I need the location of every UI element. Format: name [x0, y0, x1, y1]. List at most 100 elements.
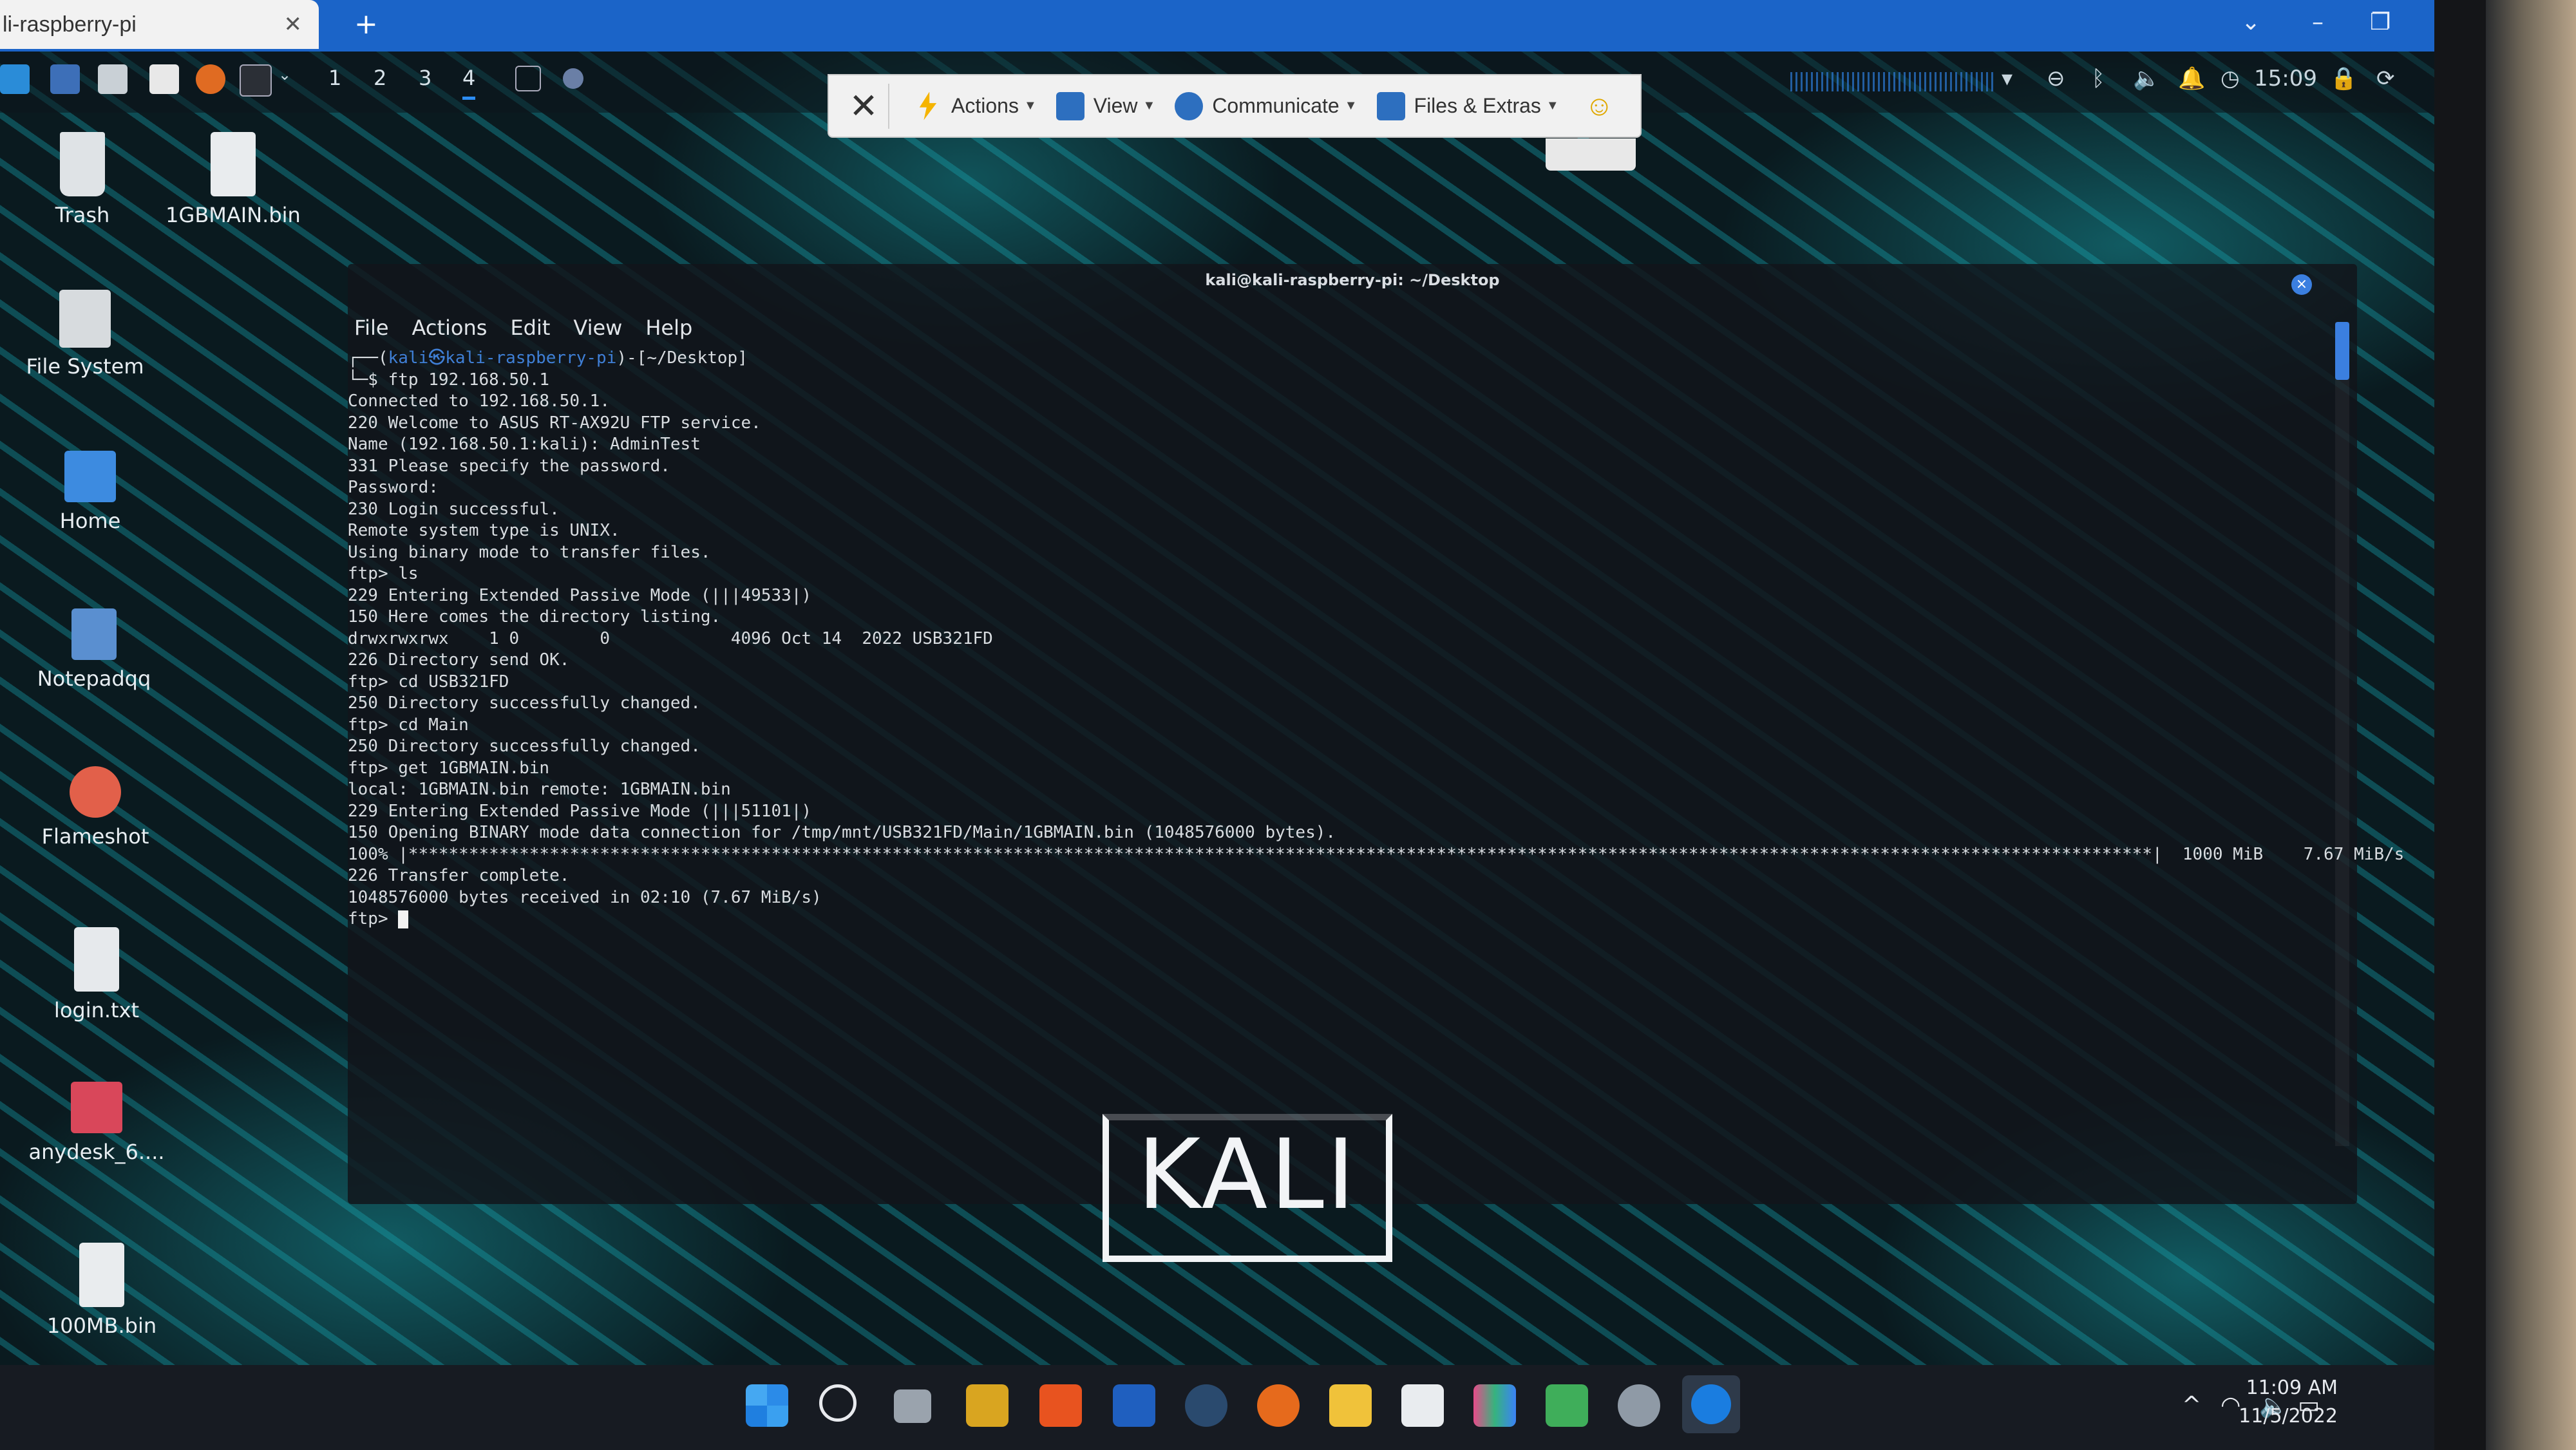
terminal-icon[interactable] [240, 64, 272, 97]
desktop-icon-anydesk[interactable]: anydesk_6.... [19, 1082, 174, 1164]
teamviewer-icon [1691, 1384, 1731, 1424]
file-manager-icon[interactable] [98, 64, 128, 94]
terminal-window[interactable]: kali@kali-raspberry-pi: ~/Desktop × File… [348, 264, 2486, 1204]
volume-icon[interactable]: 🔈 [2133, 66, 2160, 91]
vpn-icon[interactable]: ⊖ [2047, 66, 2065, 91]
background-outside-monitor [2486, 0, 2576, 1450]
files-icon [1376, 91, 1405, 120]
menu-help[interactable]: Help [645, 315, 692, 340]
show-desktop-icon[interactable] [50, 64, 80, 94]
terminal-line: drwxrwxrwx 1 0 0 4096 Oct 14 2022 USB321… [348, 628, 993, 648]
desktop-icon-file-system[interactable]: File System [8, 290, 162, 379]
tab-list-chevron-icon[interactable]: ⌄ [2241, 9, 2260, 35]
minimize-button[interactable]: – [2312, 9, 2324, 35]
workspace-4[interactable]: 4 [462, 66, 476, 100]
workspace-3[interactable]: 3 [419, 66, 431, 90]
menu-view[interactable]: View [573, 315, 622, 340]
restore-button[interactable]: ❐ [2370, 9, 2391, 35]
input-line[interactable]: ftp> [348, 909, 2344, 930]
caret-down-icon: ▼ [1546, 99, 1559, 113]
text-editor-icon[interactable] [149, 64, 179, 94]
tv-communicate-label: Communicate [1212, 94, 1340, 117]
terminal-line: 229 Entering Extended Passive Mode (|||5… [348, 801, 812, 821]
terminal-line: local: 1GBMAIN.bin remote: 1GBMAIN.bin [348, 780, 731, 799]
outer-tab-bar: li-raspberry-pi ✕ + ⌄ – ❐ ✕ [0, 0, 2486, 52]
desktop-icon-label: 1GBMAIN.bin [166, 203, 301, 227]
desktop-icon-notepadqq[interactable]: Notepadqq [17, 608, 171, 691]
tv-view-menu[interactable]: View ▼ [1056, 91, 1155, 120]
steam-icon[interactable] [1185, 1384, 1227, 1427]
cpu-graph [1790, 72, 1996, 91]
tv-close-button[interactable]: ✕ [844, 86, 883, 126]
terminal-line: ftp> get 1GBMAIN.bin [348, 758, 550, 778]
desktop-icon-home[interactable]: Home [13, 451, 167, 533]
ftp-prompt: ftp> [348, 909, 399, 928]
editor-icon[interactable] [1546, 1384, 1588, 1427]
tv-communicate-menu[interactable]: Communicate ▼ [1175, 91, 1358, 120]
bluetooth-icon[interactable]: ᛒ [2092, 66, 2105, 91]
desktop-icon-label: Flameshot [41, 824, 149, 849]
logout-icon[interactable]: ⟳ [2376, 66, 2395, 91]
task-view-icon[interactable] [894, 1389, 931, 1423]
tv-files-extras-menu[interactable]: Files & Extras ▼ [1376, 91, 1559, 120]
desktop-icon-flameshot[interactable]: Flameshot [18, 766, 173, 849]
menu-edit[interactable]: Edit [510, 315, 550, 340]
settings-gear-icon[interactable] [1618, 1384, 1660, 1427]
terminal-scrollbar[interactable] [2335, 322, 2349, 1146]
terminal-menubar: File Actions Edit View Help [354, 315, 692, 340]
teamviewer-taskbar-item[interactable] [1682, 1375, 1740, 1433]
teamviewer-tray-icon[interactable] [563, 68, 583, 89]
terminal-line: 250 Directory successfully changed. [348, 693, 701, 713]
menu-file[interactable]: File [354, 315, 389, 340]
terminal-output[interactable]: ┌──(kali㉿kali-raspberry-pi)-[~/Desktop] └… [348, 348, 2486, 930]
desktop-icon-100mb[interactable]: 100MB.bin [24, 1243, 179, 1338]
prompt-open: ┌──( [348, 348, 388, 368]
desktop-icon-login-txt[interactable]: login.txt [19, 927, 174, 1022]
scrollbar-thumb[interactable] [2335, 322, 2349, 380]
tab-close-icon[interactable]: ✕ [284, 12, 303, 37]
firefox-icon[interactable] [196, 64, 225, 94]
file-explorer-icon[interactable] [1329, 1384, 1372, 1427]
network-tool-icon[interactable] [966, 1384, 1009, 1427]
kali-menu-icon[interactable] [0, 64, 30, 94]
start-icon[interactable] [746, 1384, 788, 1427]
desktop-icon-trash[interactable]: Trash [5, 132, 160, 227]
terminal-line: └─$ ftp 192.168.50.1 [348, 370, 550, 390]
browser-tab[interactable]: li-raspberry-pi ✕ [0, 0, 319, 49]
network-icon[interactable]: ▾ [2002, 66, 2012, 91]
lock-icon[interactable]: 🔒 [2330, 66, 2357, 91]
desktop-icon-1gbmain[interactable]: 1GBMAIN.bin [156, 132, 310, 227]
store-icon[interactable] [1401, 1384, 1444, 1427]
feedback-emoji-icon[interactable]: ☺ [1585, 90, 1614, 122]
taskbar-clock[interactable]: 11:09 AM 11/5/2022 [2239, 1374, 2338, 1431]
firefox-taskbar-icon[interactable] [1257, 1384, 1300, 1427]
desktop-icon-label: login.txt [53, 998, 140, 1022]
window-icon[interactable] [515, 66, 541, 91]
text-file-icon [74, 927, 119, 992]
terminal-line: Password: [348, 478, 439, 497]
workspace-2[interactable]: 2 [374, 66, 386, 90]
tv-actions-menu[interactable]: Actions ▼ [914, 91, 1037, 120]
terminal-close-button[interactable]: × [2291, 274, 2312, 295]
new-tab-button[interactable]: + [354, 8, 378, 41]
desktop-icon-label: Home [59, 509, 121, 533]
search-icon[interactable] [819, 1384, 857, 1422]
notification-bell-icon[interactable]: 🔔 [2178, 66, 2205, 91]
foxit-icon[interactable] [1039, 1384, 1082, 1427]
tray-overflow-chevron-icon[interactable]: ^ [2182, 1392, 2201, 1418]
teamviewer-toolbar: ✕ Actions ▼ View ▼ Communicate ▼ Files & Ex… [828, 74, 1642, 138]
wifi-icon[interactable]: ◠ [2221, 1392, 2240, 1418]
desktop-icon-label: File System [26, 354, 144, 379]
terminal-line: Remote system type is UNIX. [348, 521, 620, 540]
binary-file-icon [211, 132, 256, 196]
caret-down-icon: ▼ [1023, 99, 1037, 113]
menu-actions[interactable]: Actions [412, 315, 488, 340]
chevron-down-icon[interactable]: ⌄ [278, 66, 291, 84]
binary-file-icon [79, 1243, 124, 1307]
word-icon[interactable] [1113, 1384, 1155, 1427]
workspace-1[interactable]: 1 [328, 66, 341, 90]
panel-clock[interactable]: 15:09 [2254, 66, 2317, 91]
tv-toolbar-mini-controls[interactable] [1546, 138, 1636, 171]
app-icon[interactable] [1473, 1384, 1516, 1427]
terminal-line: 1048576000 bytes received in 02:10 (7.67… [348, 887, 822, 907]
